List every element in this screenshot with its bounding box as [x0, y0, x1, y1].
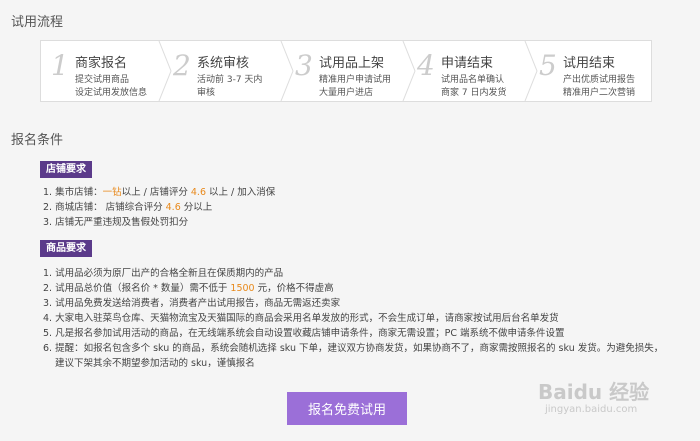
step-desc: 产出优质试用报告: [563, 75, 636, 85]
step-number: 2: [173, 49, 191, 82]
step-number: 3: [295, 49, 313, 82]
step-1: 1 商家报名 提交试用商品 设定试用发放信息: [41, 41, 163, 101]
goods-requirements-badge: 商品要求: [40, 240, 92, 257]
list-item: 4. 大家电入驻菜鸟仓库、天猫物流宝及天猫国际的商品会采用名单发放的形式，不会生…: [43, 313, 559, 324]
conditions-title: 报名条件: [11, 133, 64, 148]
step-3: 3 试用品上架 精准用户申请试用 大量用户进店: [285, 41, 407, 101]
step-4: 4 申请结束 试用品名单确认 商家 7 日内发货: [407, 41, 529, 101]
list-item: 2. 试用品总价值（报名价 * 数量）需不低于 1500 元，价格不得虚高: [43, 283, 334, 294]
list-item: 1. 集市店铺：一钻以上 / 店铺评分 4.6 以上 / 加入消保: [43, 187, 276, 198]
step-desc: 审核: [197, 88, 216, 98]
baidu-watermark: Baidu 经验: [538, 380, 650, 404]
list-item: 建议下架其余不期望参加活动的 sku，谨慎报名: [55, 358, 255, 369]
list-item: 6. 提醒：如报名包含多个 sku 的商品，系统会随机选择 sku 下单，建议双…: [43, 343, 664, 354]
step-title: 试用品上架: [319, 56, 385, 71]
step-desc: 活动前 3-7 天内: [197, 75, 263, 85]
goods-requirements-list: 1. 试用品必须为原厂出产的合格全新且在保质期内的产品 2. 试用品总价值（报名…: [43, 266, 663, 371]
step-title: 试用结束: [563, 56, 616, 71]
step-2: 2 系统审核 活动前 3-7 天内 审核: [163, 41, 285, 101]
step-5: 5 试用结束 产出优质试用报告 精准用户二次营销: [529, 41, 651, 101]
step-title: 申请结束: [441, 56, 494, 71]
list-item: 3. 试用品免费发送给消费者，消费者产出试用报告，商品无需返还卖家: [43, 298, 341, 309]
step-desc: 大量用户进店: [319, 88, 374, 98]
step-title: 商家报名: [75, 56, 128, 71]
watermark-url: jingyan.baidu.com: [545, 404, 638, 415]
step-desc: 设定试用发放信息: [75, 88, 148, 98]
shop-requirements-badge: 店铺要求: [40, 161, 92, 178]
apply-free-trial-button[interactable]: 报名免费试用: [287, 392, 407, 425]
step-desc: 商家 7 日内发货: [441, 88, 507, 98]
process-steps: 1 商家报名 提交试用商品 设定试用发放信息 2 系统审核 活动前 3-7 天内…: [40, 40, 652, 102]
shop-requirements-list: 1. 集市店铺：一钻以上 / 店铺评分 4.6 以上 / 加入消保 2. 商城店…: [43, 185, 275, 230]
list-item: 3. 店铺无严重违规及售假处罚扣分: [43, 217, 189, 228]
step-number: 5: [539, 49, 557, 82]
step-desc: 精准用户申请试用: [319, 75, 392, 85]
step-desc: 试用品名单确认: [441, 75, 505, 85]
step-desc: 精准用户二次营销: [563, 88, 636, 98]
step-number: 1: [51, 49, 69, 82]
list-item: 5. 凡是报名参加试用活动的商品，在无线端系统会自动设置收藏店铺申请条件，商家无…: [43, 328, 565, 339]
list-item: 1. 试用品必须为原厂出产的合格全新且在保质期内的产品: [43, 268, 284, 279]
step-number: 4: [417, 49, 435, 82]
list-item: 2. 商城店铺： 店铺综合评分 4.6 分以上: [43, 202, 213, 213]
step-title: 系统审核: [197, 56, 250, 71]
step-desc: 提交试用商品: [75, 75, 130, 85]
process-title: 试用流程: [11, 15, 64, 30]
